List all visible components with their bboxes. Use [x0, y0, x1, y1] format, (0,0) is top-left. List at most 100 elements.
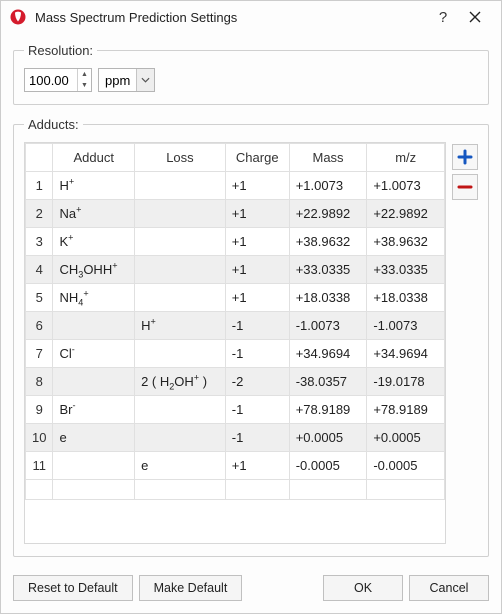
cell-charge[interactable]: -1 — [225, 340, 289, 368]
cell-mz[interactable]: -1.0073 — [367, 312, 445, 340]
col-mass[interactable]: Mass — [289, 144, 367, 172]
add-row-button[interactable] — [452, 144, 478, 170]
cell-adduct[interactable] — [53, 452, 135, 480]
cell-mz[interactable]: +38.9632 — [367, 228, 445, 256]
cell-mz[interactable]: +18.0338 — [367, 284, 445, 312]
cell-charge[interactable]: -2 — [225, 368, 289, 396]
cell-charge[interactable]: -1 — [225, 396, 289, 424]
cell-mass[interactable]: -38.0357 — [289, 368, 367, 396]
cell-adduct[interactable]: CH3OHH+ — [53, 256, 135, 284]
cell-charge[interactable]: +1 — [225, 228, 289, 256]
ok-button[interactable]: OK — [323, 575, 403, 601]
cell-charge[interactable]: -1 — [225, 424, 289, 452]
cell-loss[interactable] — [135, 172, 226, 200]
spinner-up-icon[interactable]: ▲ — [78, 69, 91, 80]
col-loss[interactable]: Loss — [135, 144, 226, 172]
cell-mass[interactable]: +78.9189 — [289, 396, 367, 424]
col-adduct[interactable]: Adduct — [53, 144, 135, 172]
spinner-down-icon[interactable]: ▼ — [78, 80, 91, 91]
table-row[interactable]: 1H++1+1.0073+1.0073 — [26, 172, 445, 200]
spinner-arrows[interactable]: ▲ ▼ — [77, 69, 91, 91]
cell-mz[interactable]: -19.0178 — [367, 368, 445, 396]
cell-mass[interactable]: +18.0338 — [289, 284, 367, 312]
cell-n[interactable]: 10 — [26, 424, 53, 452]
unit-combo[interactable]: ppm — [98, 68, 155, 92]
cell-loss[interactable] — [135, 396, 226, 424]
cell-n[interactable]: 2 — [26, 200, 53, 228]
cell-adduct[interactable]: Cl- — [53, 340, 135, 368]
table-row[interactable]: 3K++1+38.9632+38.9632 — [26, 228, 445, 256]
cell-mass[interactable]: +34.9694 — [289, 340, 367, 368]
cell-mz[interactable]: +33.0335 — [367, 256, 445, 284]
cell-n[interactable]: 6 — [26, 312, 53, 340]
cell-mass[interactable]: -0.0005 — [289, 452, 367, 480]
cell-n[interactable]: 5 — [26, 284, 53, 312]
col-index[interactable] — [26, 144, 53, 172]
cell-charge[interactable]: +1 — [225, 256, 289, 284]
cell-charge[interactable]: +1 — [225, 452, 289, 480]
cell-loss[interactable]: 2 ( H2OH+ ) — [135, 368, 226, 396]
adducts-table[interactable]: Adduct Loss Charge Mass m/z 1H++1+1.0073… — [25, 143, 445, 500]
cell-mz[interactable]: +0.0005 — [367, 424, 445, 452]
cell-mz[interactable]: +22.9892 — [367, 200, 445, 228]
table-row[interactable]: 11e+1-0.0005-0.0005 — [26, 452, 445, 480]
cell-charge[interactable]: -1 — [225, 312, 289, 340]
table-row[interactable]: 6H+-1-1.0073-1.0073 — [26, 312, 445, 340]
cell-loss[interactable]: H+ — [135, 312, 226, 340]
cell-loss[interactable] — [135, 228, 226, 256]
cell-n[interactable]: 9 — [26, 396, 53, 424]
cell-adduct[interactable]: Na+ — [53, 200, 135, 228]
cell-loss[interactable] — [135, 200, 226, 228]
cell-adduct[interactable] — [53, 312, 135, 340]
cell-adduct[interactable]: Br- — [53, 396, 135, 424]
table-row[interactable]: 7Cl--1+34.9694+34.9694 — [26, 340, 445, 368]
cancel-button[interactable]: Cancel — [409, 575, 489, 601]
cell-n[interactable]: 4 — [26, 256, 53, 284]
cell-charge[interactable]: +1 — [225, 172, 289, 200]
cell-adduct[interactable]: NH4+ — [53, 284, 135, 312]
cell-adduct[interactable]: H+ — [53, 172, 135, 200]
cell-mass[interactable]: -1.0073 — [289, 312, 367, 340]
table-row[interactable]: 8 2 ( H2OH+ )-2-38.0357-19.0178 — [26, 368, 445, 396]
cell-n[interactable]: 3 — [26, 228, 53, 256]
cell-mz[interactable]: -0.0005 — [367, 452, 445, 480]
cell-charge[interactable]: +1 — [225, 200, 289, 228]
cell-loss[interactable] — [135, 256, 226, 284]
close-button[interactable] — [459, 7, 491, 27]
table-row[interactable]: 10e-1+0.0005+0.0005 — [26, 424, 445, 452]
table-row[interactable]: 9Br--1+78.9189+78.9189 — [26, 396, 445, 424]
cell-mz[interactable]: +1.0073 — [367, 172, 445, 200]
make-default-button[interactable]: Make Default — [139, 575, 243, 601]
resolution-spinner[interactable]: ▲ ▼ — [24, 68, 92, 92]
col-mz[interactable]: m/z — [367, 144, 445, 172]
cell-adduct[interactable]: e — [53, 424, 135, 452]
cell-loss[interactable] — [135, 340, 226, 368]
cell-mass[interactable]: +1.0073 — [289, 172, 367, 200]
cell-adduct[interactable]: K+ — [53, 228, 135, 256]
cell-charge[interactable]: +1 — [225, 284, 289, 312]
help-button[interactable]: ? — [427, 7, 459, 27]
remove-row-button[interactable] — [452, 174, 478, 200]
table-row-empty[interactable] — [26, 480, 445, 500]
cell-n[interactable]: 1 — [26, 172, 53, 200]
cell-loss[interactable] — [135, 284, 226, 312]
cell-mz[interactable]: +34.9694 — [367, 340, 445, 368]
cell-mass[interactable]: +33.0335 — [289, 256, 367, 284]
cell-adduct[interactable] — [53, 368, 135, 396]
cell-mass[interactable]: +22.9892 — [289, 200, 367, 228]
cell-mass[interactable]: +0.0005 — [289, 424, 367, 452]
reset-default-button[interactable]: Reset to Default — [13, 575, 133, 601]
table-row[interactable]: 5NH4++1+18.0338+18.0338 — [26, 284, 445, 312]
table-row[interactable]: 2Na++1+22.9892+22.9892 — [26, 200, 445, 228]
cell-n[interactable]: 8 — [26, 368, 53, 396]
chevron-down-icon[interactable] — [136, 69, 154, 91]
cell-loss[interactable] — [135, 424, 226, 452]
cell-n[interactable]: 7 — [26, 340, 53, 368]
cell-mass[interactable]: +38.9632 — [289, 228, 367, 256]
cell-mz[interactable]: +78.9189 — [367, 396, 445, 424]
resolution-input[interactable] — [25, 69, 77, 91]
table-row[interactable]: 4CH3OHH++1+33.0335+33.0335 — [26, 256, 445, 284]
cell-loss[interactable]: e — [135, 452, 226, 480]
cell-n[interactable]: 11 — [26, 452, 53, 480]
col-charge[interactable]: Charge — [225, 144, 289, 172]
